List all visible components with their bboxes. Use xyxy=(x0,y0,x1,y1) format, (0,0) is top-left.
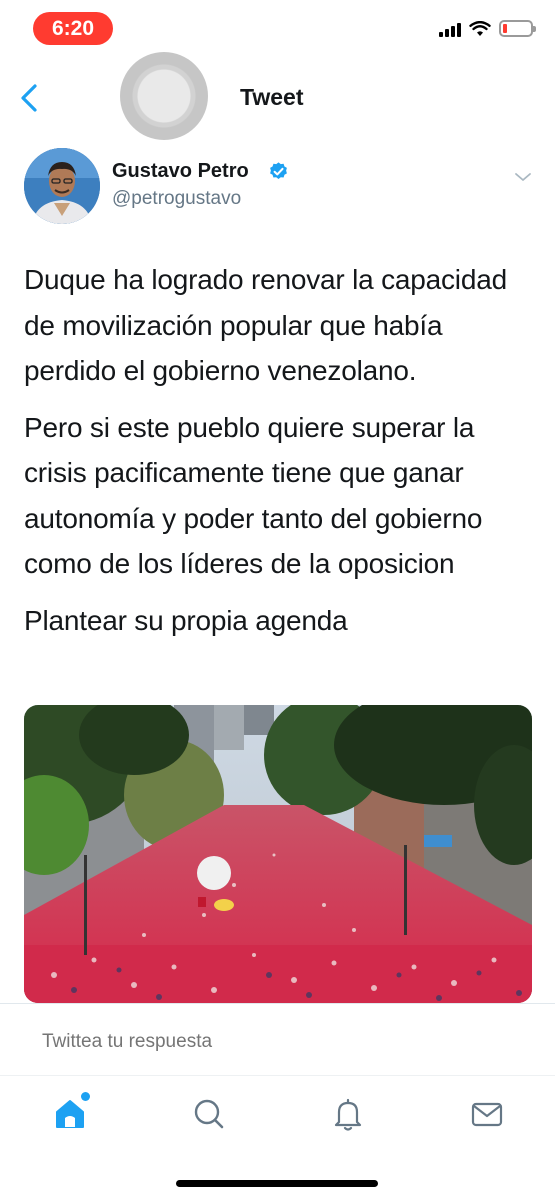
back-button[interactable] xyxy=(14,80,44,116)
wifi-icon xyxy=(469,20,491,36)
tweet-paragraph: Plantear su propia agenda xyxy=(24,604,348,636)
crowd-march-image xyxy=(24,705,532,1003)
status-time[interactable]: 6:20 xyxy=(33,12,113,45)
tab-messages[interactable] xyxy=(469,1096,505,1132)
mail-icon xyxy=(471,1102,503,1127)
reply-divider xyxy=(0,1003,555,1004)
tweet-text: Duque ha logrado renovar la capacidad de… xyxy=(24,257,534,654)
home-icon xyxy=(56,1100,84,1128)
tab-home[interactable] xyxy=(52,1092,90,1132)
tweet-paragraph: Pero si este pueblo quiere superar la cr… xyxy=(24,411,483,580)
tweet-photo[interactable] xyxy=(24,705,532,1003)
nav-bar: Tweet xyxy=(0,50,555,145)
chevron-left-icon xyxy=(21,84,37,112)
bell-icon xyxy=(334,1098,362,1131)
profile-placeholder-avatar xyxy=(120,52,208,140)
author-name[interactable]: Gustavo Petro xyxy=(112,160,249,183)
author-handle[interactable]: @petrogustavo xyxy=(112,188,241,210)
battery-icon xyxy=(499,20,536,37)
avatar[interactable] xyxy=(24,148,100,224)
chevron-down-icon[interactable] xyxy=(513,170,533,184)
tweet-paragraph: Duque ha logrado renovar la capacidad de… xyxy=(24,264,507,386)
reply-input[interactable] xyxy=(42,1027,512,1057)
notification-dot xyxy=(81,1092,90,1101)
page-title: Tweet xyxy=(240,84,304,110)
tweet-author: Gustavo Petro @petrogustavo xyxy=(0,148,555,228)
signal-icon xyxy=(439,21,461,37)
avatar-photo xyxy=(24,148,100,224)
verified-badge-icon xyxy=(270,162,287,179)
tab-notifications[interactable] xyxy=(330,1096,366,1132)
status-icons xyxy=(439,20,536,37)
search-icon xyxy=(194,1099,224,1129)
home-indicator[interactable] xyxy=(176,1180,378,1187)
tab-search[interactable] xyxy=(191,1096,227,1132)
tab-bar xyxy=(0,1075,555,1155)
